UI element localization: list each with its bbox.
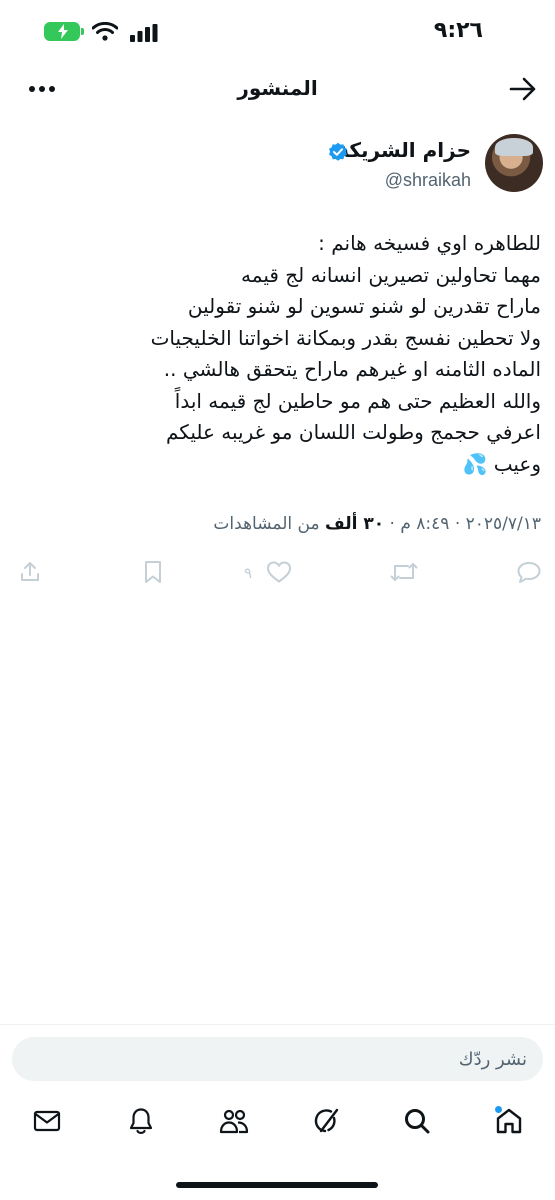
mail-icon bbox=[33, 1110, 61, 1132]
repost-button[interactable] bbox=[390, 560, 418, 584]
share-button[interactable] bbox=[18, 560, 42, 584]
tab-notifications[interactable] bbox=[126, 1106, 156, 1140]
post-header: المنشور bbox=[0, 64, 555, 116]
search-icon bbox=[405, 1109, 430, 1134]
bookmark-button[interactable] bbox=[142, 560, 164, 584]
author-handle[interactable]: @shraikah bbox=[385, 170, 471, 191]
like-button[interactable] bbox=[266, 560, 292, 584]
post-meta: ٢٠٢٥/٧/١٣ · ٨:٤٩ م · ٣٠ ألف من المشاهدات bbox=[11, 514, 541, 534]
avatar[interactable] bbox=[485, 134, 543, 192]
post-actions: ٩ bbox=[0, 556, 555, 592]
post-text-line: للطاهره اوي فسيخه هانم : bbox=[318, 231, 541, 255]
views-count[interactable]: ٣٠ ألف bbox=[325, 514, 384, 534]
author-name[interactable]: حزام الشريكة bbox=[337, 138, 471, 162]
tab-communities[interactable] bbox=[218, 1106, 250, 1140]
views-label: من المشاهدات bbox=[213, 514, 320, 534]
post-text-line: ماراح تقدرين لو شنو تسوين لو شنو تقولين bbox=[187, 294, 541, 318]
bottom-tab-bar bbox=[0, 1100, 555, 1150]
meta-separator: · bbox=[389, 514, 395, 534]
reply-input[interactable] bbox=[12, 1037, 543, 1081]
post-text: للطاهره اوي فسيخه هانم : مهما تحاولين تص… bbox=[11, 228, 541, 480]
bell-icon bbox=[129, 1108, 153, 1134]
likes-count: ٩ bbox=[244, 564, 253, 582]
comment-icon bbox=[517, 562, 541, 583]
cellular-signal-icon bbox=[130, 24, 158, 42]
page-title: المنشور bbox=[237, 76, 318, 100]
post-text-line: اعرفي حجمج وطولت اللسان مو غريبه عليكم bbox=[166, 420, 541, 444]
post-author[interactable]: حزام الشريكة @shraikah bbox=[13, 130, 543, 200]
tab-grok[interactable] bbox=[310, 1106, 340, 1140]
home-indicator bbox=[176, 1182, 378, 1188]
post-date: ٢٠٢٥/٧/١٣ bbox=[465, 514, 541, 534]
tab-search[interactable] bbox=[402, 1106, 432, 1140]
post-time: ٨:٤٩ م bbox=[400, 514, 450, 534]
battery-icon bbox=[44, 22, 84, 41]
grok-icon bbox=[314, 1108, 339, 1133]
meta-separator: · bbox=[454, 514, 461, 534]
tab-messages[interactable] bbox=[32, 1106, 62, 1140]
share-icon bbox=[21, 562, 39, 581]
heart-icon bbox=[267, 561, 291, 583]
divider bbox=[0, 1024, 555, 1025]
post-text-line: والله العظيم حتى هم مو حاطين لج قيمه ابد… bbox=[174, 388, 541, 413]
repost-icon bbox=[390, 563, 418, 581]
people-icon bbox=[219, 1109, 249, 1134]
verified-badge-icon bbox=[329, 142, 347, 161]
post-text-line: مهما تحاولين تصيرين انسانه لج قيمه bbox=[241, 262, 541, 287]
reply-button[interactable] bbox=[516, 560, 542, 584]
post-text-line: ولا تحطين نفسج بقدر وبمكانة اخواتنا الخل… bbox=[150, 325, 541, 350]
arrow-right-icon[interactable] bbox=[509, 76, 537, 102]
bookmark-icon bbox=[145, 561, 161, 583]
wifi-icon bbox=[92, 22, 118, 41]
status-time: ٩:٢٦ bbox=[433, 18, 483, 43]
status-bar: ٩:٢٦ bbox=[0, 0, 555, 64]
post-text-line: الماده الثامنه او غيرهم ماراح يتحقق هالش… bbox=[163, 357, 541, 381]
home-notification-dot bbox=[495, 1106, 502, 1113]
post-text-line: وعيب 💦 bbox=[462, 451, 541, 476]
